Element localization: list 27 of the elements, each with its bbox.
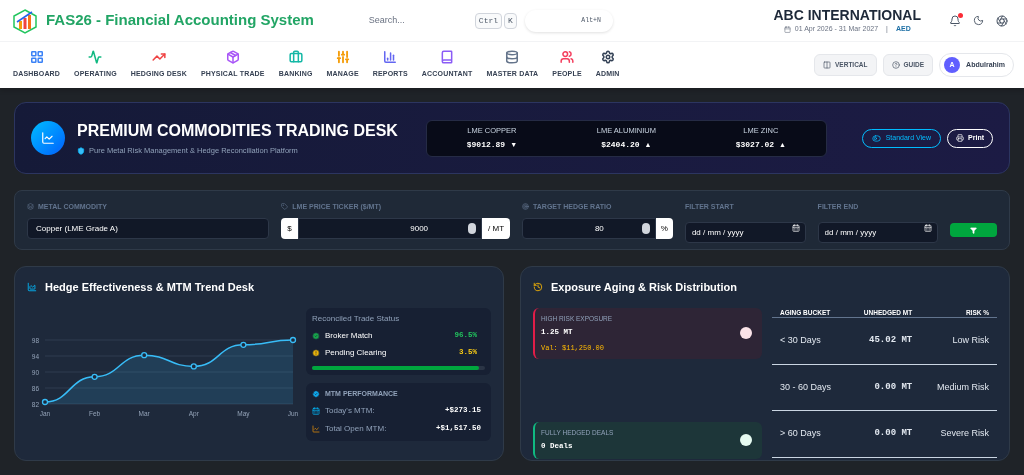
ticker-price: $9012.89 [466, 139, 506, 152]
company-name: ABC INTERNATIONAL [773, 6, 921, 24]
card-title: Reconciled Trade Status [312, 312, 401, 325]
app-title: FAS26 - Financial Accounting System [46, 10, 314, 31]
table-cell: 45.02 MT [847, 317, 921, 365]
ticker-price: $3027.02 [735, 139, 775, 152]
table-cell: Severe Risk [920, 410, 997, 457]
mtm-label: Total Open MTM: [325, 423, 387, 435]
panel-title: Hedge Effectiveness & MTM Trend Desk [45, 280, 255, 295]
table-cell: > 60 Days [772, 410, 848, 457]
mtm-label: Today's MTM: [325, 405, 375, 417]
status-label: Pending Clearing [325, 346, 387, 359]
currency-prefix: $ [281, 218, 298, 239]
table-cell: 0.00 MT [847, 410, 921, 457]
hero-title: PREMIUM COMMODITIES TRADING DESK [77, 121, 398, 142]
table-cell: Low Risk [920, 317, 997, 365]
percent-suffix: % [655, 218, 673, 239]
table-cell: 0.00 MT [847, 364, 921, 411]
shortcut-key: K [504, 12, 517, 29]
table-cell: < 30 Days [772, 317, 848, 365]
status-label: Broker Match [325, 329, 373, 342]
panel-title: Exposure Aging & Risk Distribution [551, 280, 737, 295]
shortcut-key: Ctrl [474, 12, 503, 29]
table-cell: 30 - 60 Days [772, 364, 848, 411]
unit-suffix: / MT [482, 218, 511, 239]
ticker-price: $2404.20 [601, 139, 640, 152]
table-cell: Medium Risk [920, 364, 997, 411]
